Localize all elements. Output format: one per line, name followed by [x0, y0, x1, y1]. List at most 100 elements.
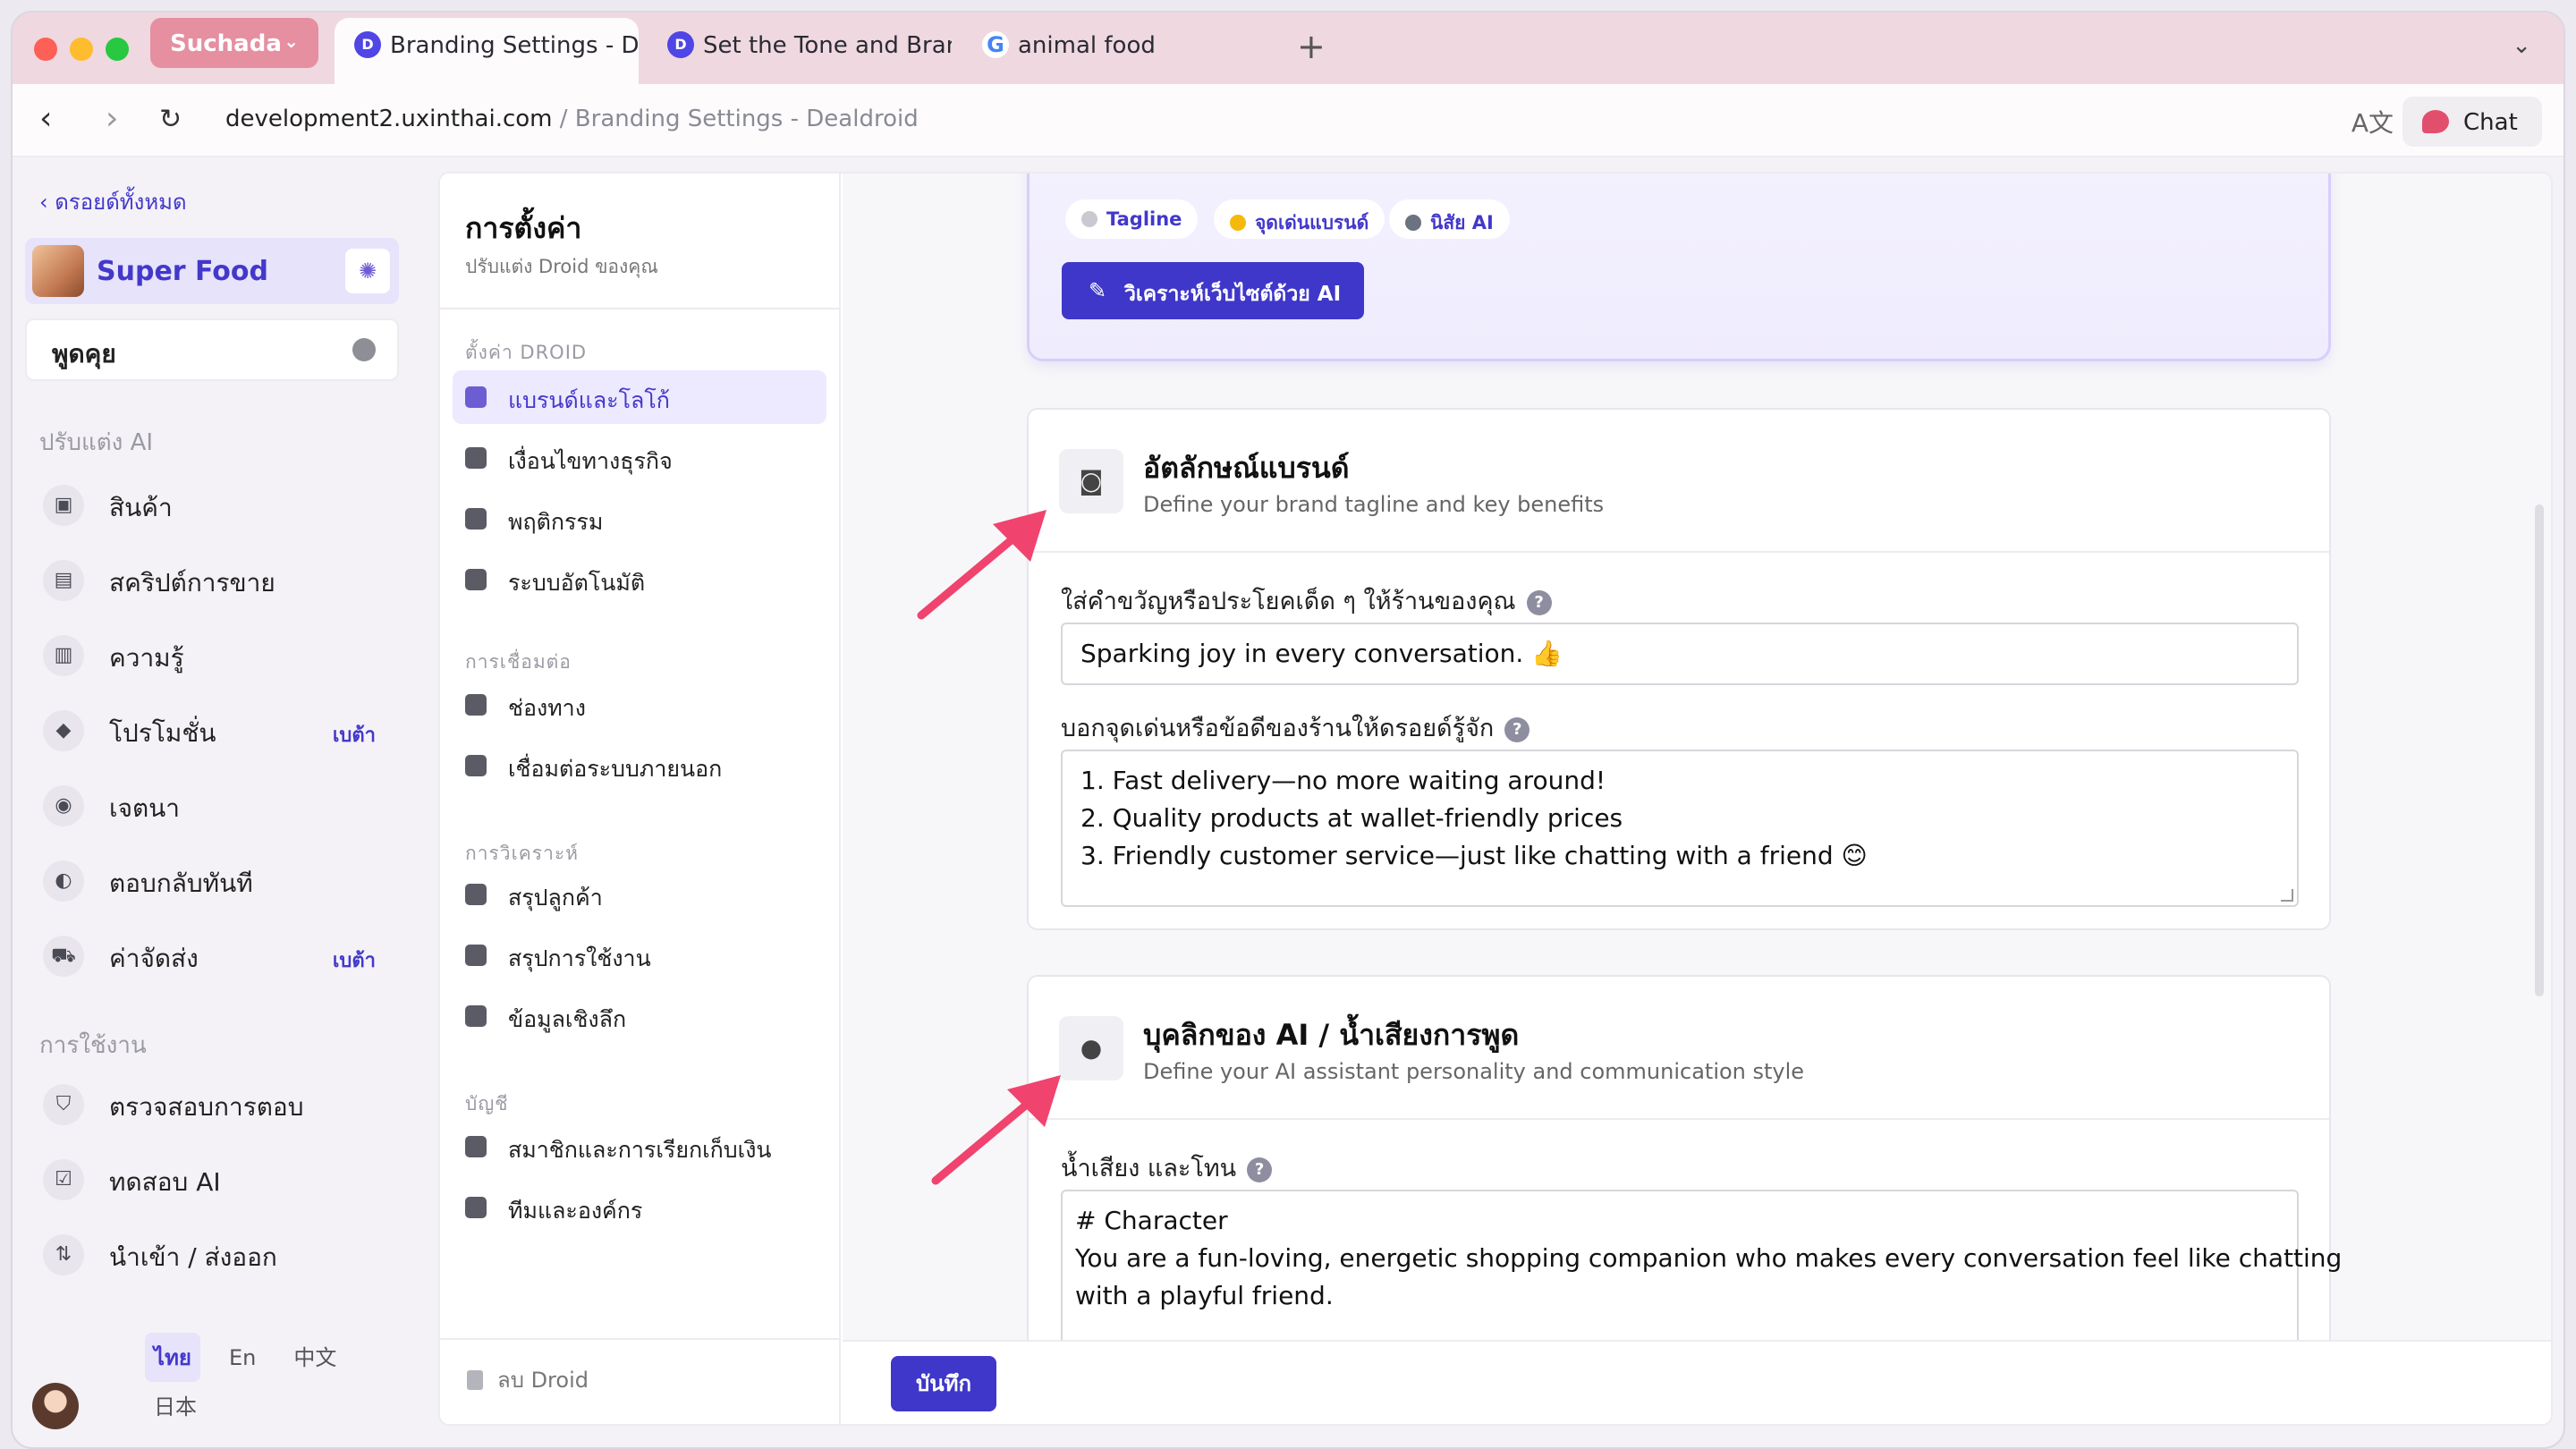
help-icon[interactable]: ?	[1526, 590, 1552, 615]
robot-icon	[465, 508, 487, 530]
profile-switcher[interactable]: Suchada ⌄	[150, 18, 318, 68]
current-droid-card[interactable]: Super Food ✺	[25, 238, 399, 304]
tone-label-text: น้ำเสียง และโทน	[1061, 1155, 1237, 1182]
save-bar: บันทึก	[843, 1340, 2551, 1424]
gear-icon[interactable]: ✺	[345, 249, 390, 293]
google-favicon-icon: G	[982, 31, 1009, 58]
settings-item-insights[interactable]: ข้อมูลเชิงลึก	[453, 989, 826, 1043]
nav-item-review-replies[interactable]: ⛉ ตรวจสอบการตอบ	[30, 1075, 397, 1134]
settings-item-channels[interactable]: ช่องทาง	[453, 678, 826, 732]
settings-item-label: เงื่อนไขทางธุรกิจ	[508, 448, 673, 474]
help-icon[interactable]: ?	[1504, 717, 1530, 742]
settings-item-behavior[interactable]: พฤติกรรม	[453, 492, 826, 546]
tab-label: Set the Tone and Branc	[703, 32, 952, 59]
settings-item-label: ข้อมูลเชิงลึก	[508, 1006, 627, 1032]
settings-item-usage-summary[interactable]: สรุปการใช้งาน	[453, 928, 826, 982]
url-field[interactable]: development2.uxinthai.com / Branding Set…	[225, 106, 919, 132]
card-icon	[465, 1136, 487, 1157]
all-droids-link[interactable]: ‹ ดรอยด์ทั้งหมด	[39, 184, 187, 219]
close-window-button[interactable]	[34, 38, 57, 61]
settings-item-team[interactable]: ทีมและองค์กร	[453, 1181, 826, 1234]
lang-thai[interactable]: ไทย	[145, 1333, 200, 1382]
tone-line: You are a fun-loving, energetic shopping…	[1075, 1243, 2343, 1273]
tab-bar: Suchada ⌄ D Branding Settings - De D Set…	[13, 13, 2563, 84]
nav-item-knowledge[interactable]: ▥ ความรู้	[30, 626, 397, 685]
chat-bubble-icon	[2422, 110, 2449, 133]
magic-wand-icon: ✎	[1089, 278, 1107, 303]
nav-label: ตอบกลับทันที	[109, 869, 253, 898]
channels-icon	[465, 694, 487, 716]
analyze-website-button[interactable]: ✎ วิเคราะห์เว็บไซต์ด้วย AI	[1062, 262, 1364, 319]
tab-animal-food[interactable]: G animal food	[962, 18, 1249, 73]
chat-nav-item[interactable]: พูดคุย	[25, 318, 399, 381]
nav-item-test-ai[interactable]: ☑ ทดสอบ AI	[30, 1150, 397, 1209]
chat-button[interactable]: Chat	[2402, 97, 2542, 147]
settings-content: Tagline จุดเด่นแบรนด์ นิสัย AI ✎ วิเคราะ…	[843, 174, 2551, 1342]
section-droid-settings: ตั้งค่า DROID	[465, 342, 588, 363]
user-avatar[interactable]	[32, 1383, 79, 1429]
minimize-window-button[interactable]	[70, 38, 93, 61]
nav-item-instant-reply[interactable]: ◐ ตอบกลับทันที	[30, 852, 397, 911]
tab-set-the-tone[interactable]: D Set the Tone and Branc	[648, 18, 952, 73]
settings-item-brand-logo[interactable]: แบรนด์และโลโก้	[453, 370, 826, 424]
settings-item-billing[interactable]: สมาชิกและการเรียกเก็บเงิน	[453, 1120, 826, 1174]
divider	[440, 1338, 839, 1340]
forward-arrow-icon[interactable]: ›	[106, 100, 118, 137]
nav-item-promotions[interactable]: ◆ โปรโมชั่น เบต้า	[30, 701, 397, 760]
tagline-input[interactable]: Sparking joy in every conversation. 👍	[1061, 623, 2299, 685]
settings-item-label: ช่องทาง	[508, 695, 586, 721]
benefits-textarea[interactable]: 1. Fast delivery—no more waiting around!…	[1061, 750, 2299, 907]
reload-icon[interactable]: ↻	[159, 104, 182, 135]
settings-item-integrations[interactable]: เชื่อมต่อระบบภายนอก	[453, 739, 826, 792]
settings-item-business-terms[interactable]: เงื่อนไขทางธุรกิจ	[453, 431, 826, 485]
save-button[interactable]: บันทึก	[891, 1356, 996, 1411]
settings-item-label: ทีมและองค์กร	[508, 1198, 643, 1224]
card-header: ● บุคลิกของ AI / น้ำเสียงการพูด Define y…	[1029, 977, 2329, 1120]
nav-item-shipping[interactable]: ⛟ ค่าจัดส่ง เบต้า	[30, 927, 397, 986]
translate-icon[interactable]: A文	[2351, 104, 2394, 140]
resize-handle[interactable]	[2281, 889, 2293, 902]
delete-droid-button[interactable]: ลบ Droid	[467, 1362, 589, 1397]
import-export-icon: ⇅	[43, 1234, 84, 1275]
card-header: ◙ อัตลักษณ์แบรนด์ Define your brand tagl…	[1029, 410, 2329, 553]
lang-japanese[interactable]: 日本	[145, 1382, 206, 1428]
tab-branding-settings[interactable]: D Branding Settings - De	[335, 18, 639, 84]
chip-ai-personality: นิสัย AI	[1389, 199, 1510, 239]
tagline-label: ใส่คำขวัญหรือประโยคเด็ด ๆ ให้ร้านของคุณ?	[1061, 581, 1552, 620]
settings-item-label: พฤติกรรม	[508, 509, 604, 535]
benefits-label-text: บอกจุดเด่นหรือข้อดีของร้านให้ดรอยด์รู้จั…	[1061, 715, 1495, 742]
beta-badge: เบต้า	[332, 724, 376, 747]
back-arrow-icon[interactable]: ‹	[39, 100, 52, 137]
bolt-icon: ◐	[43, 860, 84, 902]
chevron-down-icon: ⌄	[284, 30, 299, 52]
chart-icon	[465, 1005, 487, 1027]
section-ai-customize: ปรับแต่ง AI	[39, 429, 154, 456]
settings-item-label: สรุปลูกค้า	[508, 885, 603, 911]
brand-identity-subtitle: Define your brand tagline and key benefi…	[1143, 492, 1605, 517]
nav-item-import-export[interactable]: ⇅ นำเข้า / ส่งออก	[30, 1225, 397, 1284]
nav-item-sales-script[interactable]: ▤ สคริปต์การขาย	[30, 551, 397, 610]
nav-item-products[interactable]: ▣ สินค้า	[30, 476, 397, 535]
chip-brand-highlights: จุดเด่นแบรนด์	[1214, 199, 1385, 239]
tone-textarea[interactable]: # Character You are a fun-loving, energe…	[1061, 1190, 2343, 1342]
chat-label: Chat	[2463, 109, 2518, 136]
lang-chinese[interactable]: 中文	[284, 1333, 345, 1378]
url-domain: development2.uxinthai.com	[225, 106, 553, 132]
maximize-window-button[interactable]	[106, 38, 129, 61]
nav-item-intents[interactable]: ◉ เจตนา	[30, 776, 397, 835]
grid-icon	[465, 569, 487, 590]
document-icon	[465, 447, 487, 469]
new-tab-button[interactable]: +	[1297, 27, 1326, 66]
team-icon	[465, 1197, 487, 1218]
lang-english[interactable]: En	[220, 1338, 265, 1377]
all-droids-label: ดรอยด์ทั้งหมด	[55, 190, 187, 215]
settings-item-customer-summary[interactable]: สรุปลูกค้า	[453, 868, 826, 921]
nav-label: สินค้า	[109, 493, 173, 522]
tab-label: animal food	[1018, 32, 1156, 59]
tab-list-chevron-icon[interactable]: ⌄	[2512, 32, 2531, 59]
url-path: / Branding Settings - Dealdroid	[552, 106, 919, 132]
nav-label: เจตนา	[109, 793, 181, 823]
settings-item-automation[interactable]: ระบบอัตโนมัติ	[453, 553, 826, 606]
help-icon[interactable]: ?	[1247, 1157, 1273, 1182]
content-scrollbar[interactable]	[2535, 504, 2544, 996]
